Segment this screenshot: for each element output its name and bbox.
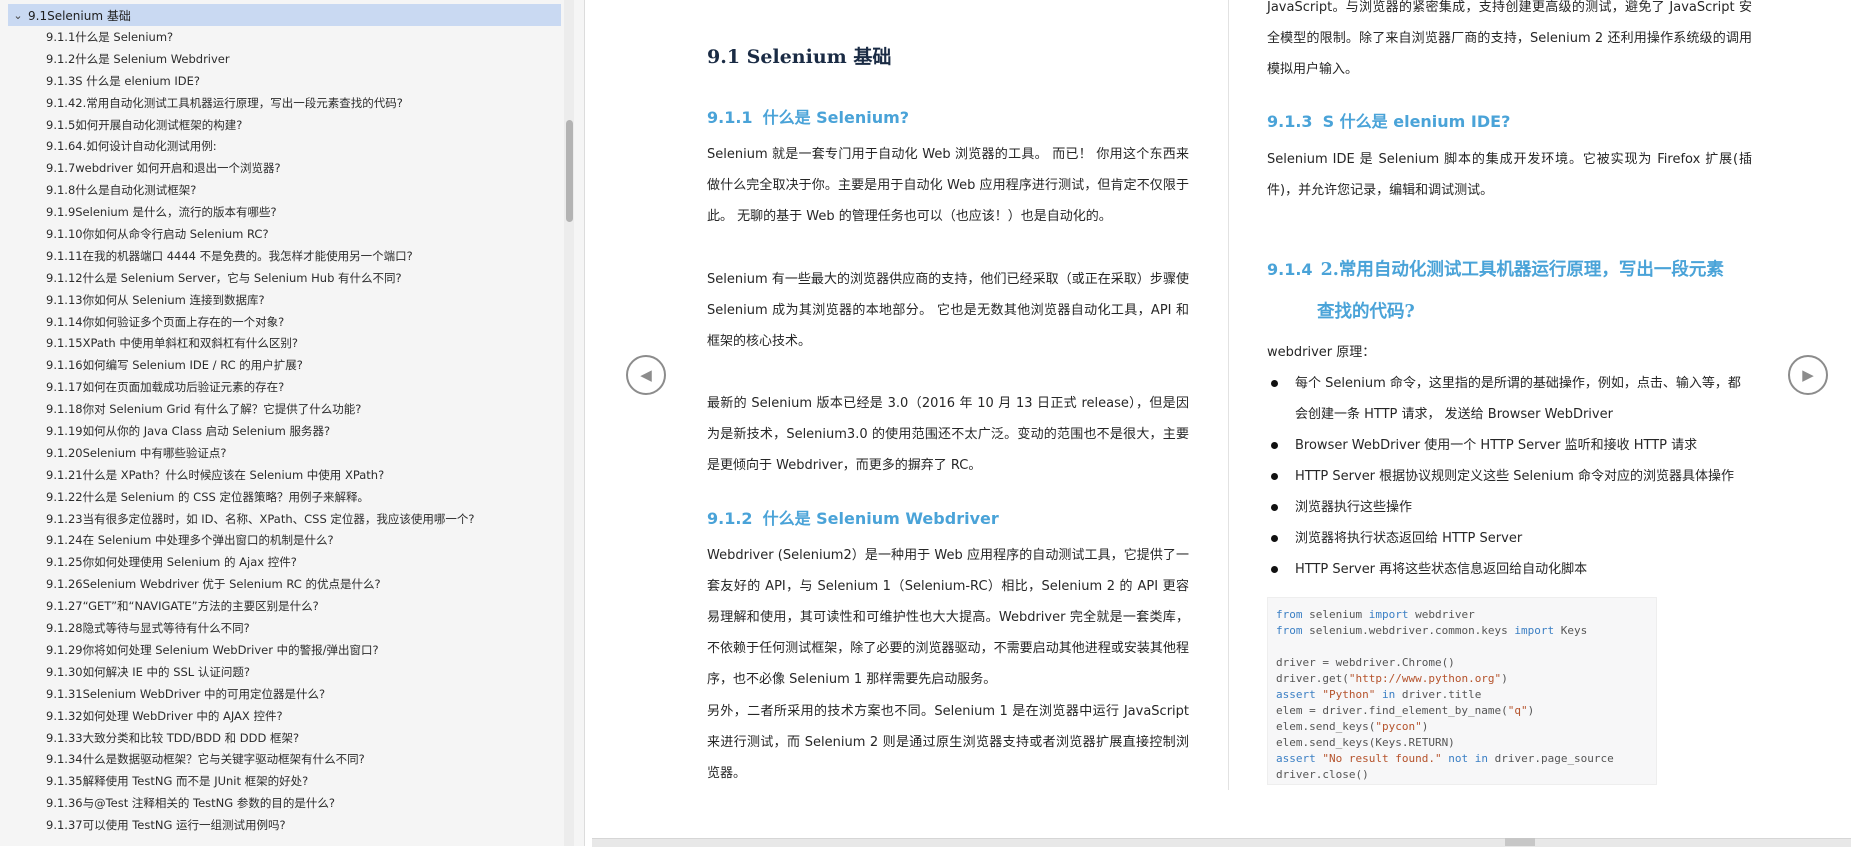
outline-item[interactable]: 9.1.64.如何设计自动化测试用例:: [0, 136, 560, 158]
code-line: driver.close(): [1276, 768, 1369, 781]
code-line: assert "Python" in driver.title: [1276, 688, 1482, 701]
outline-item[interactable]: 9.1.26Selenium Webdriver 优于 Selenium RC …: [0, 574, 560, 596]
outline-item[interactable]: 9.1.7webdriver 如何开启和退出一个浏览器?: [0, 158, 560, 180]
outline-item[interactable]: 9.1.16如何编写 Selenium IDE / RC 的用户扩展?: [0, 355, 560, 377]
outline-item[interactable]: 9.1.15XPath 中使用单斜杠和双斜杠有什么区别?: [0, 333, 560, 355]
paragraph-webdriver: Webdriver (Selenium2）是一种用于 Web 应用程序的自动测试…: [707, 548, 1189, 687]
paragraph-selenium-intro: Selenium 就是一套专门用于自动化 Web 浏览器的工具。 而已！ 你用这…: [707, 147, 1189, 224]
outline-item[interactable]: 9.1.37可以使用 TestNG 运行一组测试用例吗?: [0, 815, 560, 837]
next-page-button[interactable]: ▶: [1788, 355, 1828, 395]
outline-scrollbar-thumb[interactable]: [566, 120, 573, 222]
outline-item[interactable]: 9.1.17如何在页面加载成功后验证元素的存在?: [0, 377, 560, 399]
page-divider: [1228, 0, 1229, 790]
outline-item[interactable]: 9.1.18你对 Selenium Grid 有什么了解？它提供了什么功能?: [0, 399, 560, 421]
outline-item[interactable]: 9.1.35解释使用 TestNG 而不是 JUnit 框架的好处?: [0, 771, 560, 793]
bullet-text: 浏览器执行这些操作: [1295, 500, 1413, 515]
code-line: from selenium import webdriver: [1276, 608, 1475, 621]
section-title: 9.1 Selenium 基础: [707, 46, 892, 68]
outline-item[interactable]: 9.1.14你如何验证多个页面上存在的一个对象?: [0, 312, 560, 334]
bullet-text: HTTP Server 再将这些状态信息返回给自动化脚本: [1295, 562, 1588, 577]
outline-item[interactable]: 9.1.21什么是 XPath？什么时候应该在 Selenium 中使用 XPa…: [0, 465, 560, 487]
bullet-dot-icon: [1271, 504, 1278, 511]
outline-item[interactable]: 9.1.10你如何从命令行启动 Selenium RC?: [0, 224, 560, 246]
paragraph-browser-support: Selenium 有一些最大的浏览器供应商的支持，他们已经采取（或正在采取）步骤…: [707, 272, 1189, 349]
bullet-dot-icon: [1271, 380, 1278, 387]
bullet-text: Browser WebDriver 使用一个 HTTP Server 监听和接收…: [1295, 438, 1698, 453]
chevron-down-icon[interactable]: ⌄: [8, 9, 28, 22]
bullet-text: 每个 Selenium 命令，这里指的是所谓的基础操作，例如，点击、输入等，都会…: [1295, 376, 1741, 422]
outline-item[interactable]: 9.1.24在 Selenium 中处理多个弹出窗口的机制是什么?: [0, 530, 560, 552]
heading-9-1-4: 9.1.4 2.常用自动化测试工具机器运行原理，写出一段元素 查找的代码?: [1267, 260, 1724, 322]
code-line: elem.send_keys("pycon"): [1276, 720, 1429, 733]
chevron-right-icon: ▶: [1802, 366, 1814, 384]
outline-item[interactable]: 9.1.28隐式等待与显式等待有什么不同?: [0, 618, 560, 640]
outline-item[interactable]: 9.1.20Selenium 中有哪些验证点?: [0, 443, 560, 465]
code-line: assert "No result found." not in driver.…: [1276, 752, 1614, 765]
outline-list: 9.1.1什么是 Selenium? 9.1.2什么是 Selenium Webd…: [0, 27, 560, 837]
prev-page-button[interactable]: ◀: [626, 355, 666, 395]
paragraph-continued: JavaScript。与浏览器的紧密集成，支持创建更高级的测试，避免了 Java…: [1267, 0, 1752, 77]
outline-item[interactable]: 9.1.22什么是 Selenium 的 CSS 定位器策略？用例子来解释。: [0, 487, 560, 509]
bullet-item: 每个 Selenium 命令，这里指的是所谓的基础操作，例如，点击、输入等，都会…: [1267, 368, 1752, 430]
paragraph-latest-version: 最新的 Selenium 版本已经是 3.0（2016 年 10 月 13 日正…: [707, 396, 1189, 473]
outline-item[interactable]: 9.1.19如何从你的 Java Class 启动 Selenium 服务器?: [0, 421, 560, 443]
bullet-item: Browser WebDriver 使用一个 HTTP Server 监听和接收…: [1267, 430, 1752, 461]
outline-item[interactable]: 9.1.8什么是自动化测试框架?: [0, 180, 560, 202]
outline-item[interactable]: 9.1.30如何解决 IE 中的 SSL 认证问题?: [0, 662, 560, 684]
outline-item[interactable]: 9.1.23当有很多定位器时，如 ID、名称、XPath、CSS 定位器，我应该…: [0, 509, 560, 531]
outline-item[interactable]: 9.1.12什么是 Selenium Server，它与 Selenium Hu…: [0, 268, 560, 290]
outline-item[interactable]: 9.1.34什么是数据驱动框架？它与关键字驱动框架有什么不同?: [0, 749, 560, 771]
code-line: driver = webdriver.Chrome(): [1276, 656, 1455, 669]
code-line: elem = driver.find_element_by_name("q"): [1276, 704, 1535, 717]
heading-9-1-2: 9.1.2 什么是 Selenium Webdriver: [707, 509, 999, 528]
outline-item[interactable]: 9.1.3S 什么是 elenium IDE?: [0, 71, 560, 93]
outline-item[interactable]: 9.1.13你如何从 Selenium 连接到数据库?: [0, 290, 560, 312]
code-line: elem.send_keys(Keys.RETURN): [1276, 736, 1455, 749]
outline-panel: ⌄ 9.1Selenium 基础 9.1.1什么是 Selenium? 9.1.2…: [0, 0, 585, 846]
outline-item[interactable]: 9.1.9Selenium 是什么，流行的版本有哪些?: [0, 202, 560, 224]
paragraph-tech-difference: 另外，二者所采用的技术方案也不同。Selenium 1 是在浏览器中运行 Jav…: [707, 704, 1189, 781]
outline-item[interactable]: 9.1.1什么是 Selenium?: [0, 27, 560, 49]
heading-9-1-1: 9.1.1 什么是 Selenium?: [707, 108, 910, 127]
outline-item[interactable]: 9.1.11在我的机器端口 4444 不是免费的。我怎样才能使用另一个端口?: [0, 246, 560, 268]
bullet-item: 浏览器执行这些操作: [1267, 492, 1752, 523]
outline-item[interactable]: 9.1.5如何开展自动化测试框架的构建?: [0, 115, 560, 137]
outline-item[interactable]: 9.1.31Selenium WebDriver 中的可用定位器是什么?: [0, 684, 560, 706]
outline-root-item[interactable]: ⌄ 9.1Selenium 基础: [8, 4, 561, 26]
code-block: from selenium import webdriver from selen…: [1267, 597, 1657, 785]
outline-item[interactable]: 9.1.2什么是 Selenium Webdriver: [0, 49, 560, 71]
outline-root-label: 9.1Selenium 基础: [28, 8, 131, 23]
bullet-text: 浏览器将执行状态返回给 HTTP Server: [1295, 531, 1523, 546]
bullet-dot-icon: [1271, 473, 1278, 480]
outline-item[interactable]: 9.1.29你将如何处理 Selenium WebDriver 中的警报/弹出窗…: [0, 640, 560, 662]
code-line: driver.get("http://www.python.org"): [1276, 672, 1508, 685]
bullet-text: HTTP Server 根据协议规则定义这些 Selenium 命令对应的浏览器…: [1295, 469, 1735, 484]
principle-bullet-list: 每个 Selenium 命令，这里指的是所谓的基础操作，例如，点击、输入等，都会…: [1267, 368, 1752, 585]
bullet-dot-icon: [1271, 566, 1278, 573]
bullet-item: HTTP Server 根据协议规则定义这些 Selenium 命令对应的浏览器…: [1267, 461, 1752, 492]
outline-item[interactable]: 9.1.33大致分类和比较 TDD/BDD 和 DDD 框架?: [0, 728, 560, 750]
heading-9-1-3: 9.1.3 S 什么是 elenium IDE?: [1267, 112, 1511, 131]
webdriver-principle-label: webdriver 原理：: [1267, 345, 1376, 360]
code-line: from selenium.webdriver.common.keys impo…: [1276, 624, 1588, 637]
bullet-dot-icon: [1271, 442, 1278, 449]
bullet-dot-icon: [1271, 535, 1278, 542]
outline-item[interactable]: 9.1.25你如何处理使用 Selenium 的 Ajax 控件?: [0, 552, 560, 574]
outline-item[interactable]: 9.1.27“GET”和“NAVIGATE”方法的主要区别是什么?: [0, 596, 560, 618]
outline-item[interactable]: 9.1.36与@Test 注释相关的 TestNG 参数的目的是什么?: [0, 793, 560, 815]
outline-item[interactable]: 9.1.32如何处理 WebDriver 中的 AJAX 控件?: [0, 706, 560, 728]
chevron-left-icon: ◀: [640, 366, 652, 384]
bullet-item: HTTP Server 再将这些状态信息返回给自动化脚本: [1267, 554, 1752, 585]
outline-item[interactable]: 9.1.42.常用自动化测试工具机器运行原理，写出一段元素查找的代码?: [0, 93, 560, 115]
bullet-item: 浏览器将执行状态返回给 HTTP Server: [1267, 523, 1752, 554]
horizontal-scrollbar-thumb[interactable]: [1505, 838, 1535, 846]
paragraph-selenium-ide: Selenium IDE 是 Selenium 脚本的集成开发环境。它被实现为 …: [1267, 152, 1752, 198]
